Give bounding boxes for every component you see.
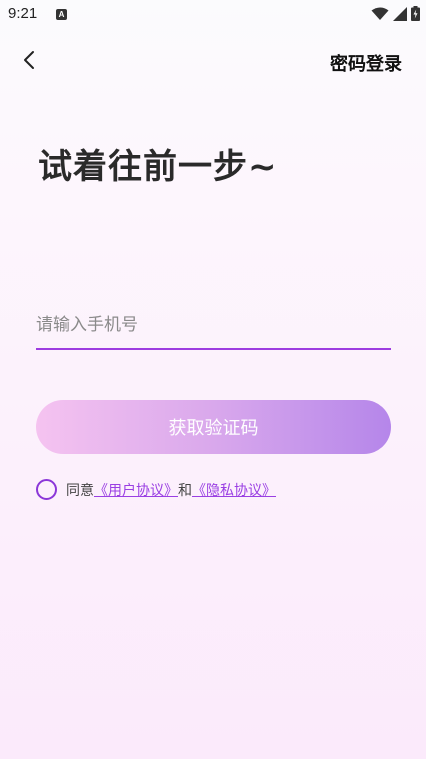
privacy-agreement-link[interactable]: 《隐私协议》 [192, 480, 276, 500]
chevron-left-icon [24, 51, 34, 69]
wifi-icon [371, 7, 389, 20]
phone-field [36, 305, 391, 350]
agreement-and: 和 [178, 482, 192, 499]
status-time: 9:21 [8, 5, 38, 22]
back-button[interactable] [18, 48, 42, 72]
notification-a-icon: A [56, 9, 67, 20]
get-code-button[interactable]: 获取验证码 [36, 400, 391, 454]
agreement-prefix: 同意 [66, 482, 94, 499]
phone-input[interactable] [36, 305, 391, 345]
status-bar: 9:21 A [0, 0, 426, 28]
agreement: 同意 《用户协议》 和 《隐私协议》 [36, 479, 276, 500]
signal-icon [393, 6, 407, 21]
agree-checkbox[interactable] [36, 479, 57, 500]
password-login-link[interactable]: 密码登录 [330, 50, 402, 76]
user-agreement-link[interactable]: 《用户协议》 [94, 480, 178, 500]
page-title: 试着往前一步~ [38, 147, 278, 187]
battery-icon [411, 6, 420, 21]
status-icons [371, 6, 420, 21]
